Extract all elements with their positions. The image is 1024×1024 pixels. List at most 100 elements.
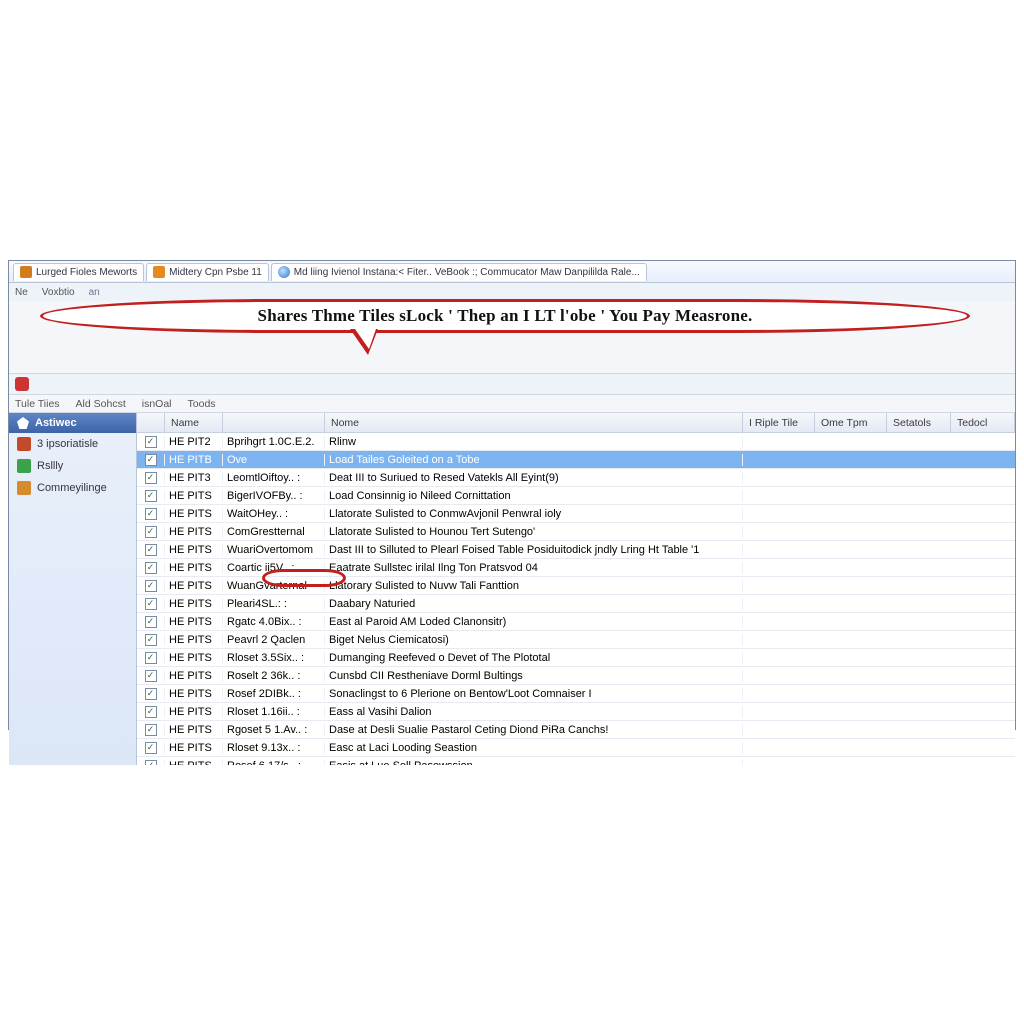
table-row[interactable]: ✓HE PITSWuariOvertomomDast III to Sillut… <box>137 541 1015 559</box>
table-row[interactable]: ✓HE PITSRloset 3.5Six.. :Dumanging Reefe… <box>137 649 1015 667</box>
row-name: Rosef 6 17/s.. : <box>223 760 325 766</box>
table-row[interactable]: ✓HE PITSComGrestternalLlatorate Sulisted… <box>137 523 1015 541</box>
table-row[interactable]: ✓HE PITBOveLoad Tailes Goleited on a Tob… <box>137 451 1015 469</box>
table-row[interactable]: ✓HE PIT3LeomtlOiftoy.. :Deat III to Suri… <box>137 469 1015 487</box>
toolbar-item[interactable]: isnOal <box>142 398 172 410</box>
menu-item[interactable]: an <box>89 287 100 298</box>
row-checkbox[interactable]: ✓ <box>137 706 165 718</box>
row-code: HE PITS <box>165 562 223 574</box>
row-checkbox[interactable]: ✓ <box>137 526 165 538</box>
tab-2[interactable]: Midtery Cpn Psbe 11 <box>146 263 269 281</box>
table-row[interactable]: ✓HE PITSRosef 6 17/s.. :Easis at Lue Sel… <box>137 757 1015 765</box>
row-name: Rgoset 5 1.Av.. : <box>223 724 325 736</box>
sidebar-item-label: Rsllly <box>37 460 63 472</box>
table-row[interactable]: ✓HE PITSRloset 1.16ii.. :Eass al Vasihi … <box>137 703 1015 721</box>
row-name: WuariOvertomom <box>223 544 325 556</box>
row-name: BigerIVOFBy.. : <box>223 490 325 502</box>
toolbar-item[interactable]: Tule Tiies <box>15 398 60 410</box>
tab-3[interactable]: Md liing Ivienol Instana:< Fiter.. VeBoo… <box>271 263 647 281</box>
row-desc: Llatorate Sulisted to ConmwAvjonil Penwr… <box>325 508 743 520</box>
table-row[interactable]: ✓HE PIT2Bprihgrt 1.0C.E.2.Rlinw <box>137 433 1015 451</box>
col-nome[interactable]: Nome <box>325 413 743 432</box>
table-row[interactable]: ✓HE PITSRoselt 2 36k.. :Cunsbd CII Resth… <box>137 667 1015 685</box>
tab-1[interactable]: Lurged Fioles Meworts <box>13 263 144 281</box>
table-row[interactable]: ✓HE PITSBigerIVOFBy.. :Load Consinnig io… <box>137 487 1015 505</box>
row-desc: Deat III to Suriued to Resed Vatekls All… <box>325 472 743 484</box>
row-checkbox[interactable]: ✓ <box>137 490 165 502</box>
row-desc: Load Tailes Goleited on a Tobe <box>325 454 743 466</box>
sidebar-header[interactable]: Astiwec <box>9 413 136 433</box>
app-icon <box>15 377 29 391</box>
row-desc: Sonaclingst to 6 Plerione on Bentow'Loot… <box>325 688 743 700</box>
row-checkbox[interactable]: ✓ <box>137 598 165 610</box>
row-checkbox[interactable]: ✓ <box>137 580 165 592</box>
globe-icon <box>278 266 290 278</box>
row-desc: Easis at Lue Sell Pasowssion <box>325 760 743 766</box>
table-row[interactable]: ✓HE PITSWaitOHey.. :Llatorate Sulisted t… <box>137 505 1015 523</box>
row-desc: Cunsbd CII Restheniave Dorml Bultings <box>325 670 743 682</box>
table-row[interactable]: ✓HE PITSRgoset 5 1.Av.. :Dase at Desli S… <box>137 721 1015 739</box>
table-row[interactable]: ✓HE PITSRosef 2DIBk.. :Sonaclingst to 6 … <box>137 685 1015 703</box>
table-row[interactable]: ✓HE PITSWuanGvarternalLlatorary Sulisted… <box>137 577 1015 595</box>
row-checkbox[interactable]: ✓ <box>137 544 165 556</box>
col-ome[interactable]: Ome Tpm <box>815 413 887 432</box>
row-name: WuanGvarternal <box>223 580 325 592</box>
row-checkbox[interactable]: ✓ <box>137 724 165 736</box>
tab-label: Midtery Cpn Psbe 11 <box>169 267 262 278</box>
col-setatols[interactable]: Setatols <box>887 413 951 432</box>
col-riple[interactable]: I Riple Tile <box>743 413 815 432</box>
toolbar-item[interactable]: Toods <box>188 398 216 410</box>
tool-strip <box>9 373 1015 395</box>
row-checkbox[interactable]: ✓ <box>137 760 165 766</box>
row-checkbox[interactable]: ✓ <box>137 688 165 700</box>
sidebar-item[interactable]: Rsllly <box>9 455 136 477</box>
row-name: Rloset 9.13x.. : <box>223 742 325 754</box>
row-name: Coartic ii5V.. : <box>223 562 325 574</box>
col-checkbox[interactable] <box>137 413 165 432</box>
table-row[interactable]: ✓HE PITSPleari4SL.: :Daabary Naturied <box>137 595 1015 613</box>
row-code: HE PITS <box>165 742 223 754</box>
row-checkbox[interactable]: ✓ <box>137 472 165 484</box>
row-code: HE PITS <box>165 706 223 718</box>
toolbar-item[interactable]: Ald Sohcst <box>76 398 126 410</box>
row-desc: Load Consinnig io Nileed Cornittation <box>325 490 743 502</box>
row-code: HE PITS <box>165 616 223 628</box>
col-name[interactable]: Name <box>165 413 223 432</box>
menu-item[interactable]: Voxbtio <box>42 287 75 298</box>
row-checkbox[interactable]: ✓ <box>137 742 165 754</box>
row-desc: Rlinw <box>325 436 743 448</box>
row-code: HE PITS <box>165 634 223 646</box>
row-code: HE PITB <box>165 454 223 466</box>
col-tedocl[interactable]: Tedocl <box>951 413 1015 432</box>
row-code: HE PITS <box>165 760 223 766</box>
sidebar-item-label: 3 ipsoriatisle <box>37 438 98 450</box>
table-row[interactable]: ✓HE PITSPeavrl 2 QaclenBiget Nelus Ciemi… <box>137 631 1015 649</box>
folder-icon <box>17 481 31 495</box>
row-checkbox[interactable]: ✓ <box>137 562 165 574</box>
row-checkbox[interactable]: ✓ <box>137 436 165 448</box>
row-checkbox[interactable]: ✓ <box>137 508 165 520</box>
row-code: HE PITS <box>165 652 223 664</box>
row-code: HE PITS <box>165 598 223 610</box>
app-window: Lurged Fioles Meworts Midtery Cpn Psbe 1… <box>8 260 1016 730</box>
table-row[interactable]: ✓HE PITSCoartic ii5V.. :Eaatrate Sullste… <box>137 559 1015 577</box>
col-blank[interactable] <box>223 413 325 432</box>
row-name: Peavrl 2 Qaclen <box>223 634 325 646</box>
row-checkbox[interactable]: ✓ <box>137 670 165 682</box>
row-checkbox[interactable]: ✓ <box>137 454 165 466</box>
sidebar-item-label: Commeyilinge <box>37 482 107 494</box>
row-desc: Eass al Vasihi Dalion <box>325 706 743 718</box>
sidebar: Astiwec 3 ipsoriatisle Rsllly Commeyilin… <box>9 413 137 765</box>
table-row[interactable]: ✓HE PITSRloset 9.13x.. :Easc at Laci Loo… <box>137 739 1015 757</box>
row-desc: Dumanging Reefeved o Devet of The Plotot… <box>325 652 743 664</box>
row-name: Rosef 2DIBk.. : <box>223 688 325 700</box>
row-checkbox[interactable]: ✓ <box>137 652 165 664</box>
row-checkbox[interactable]: ✓ <box>137 634 165 646</box>
menu-item[interactable]: Ne <box>15 287 28 298</box>
row-code: HE PIT3 <box>165 472 223 484</box>
row-name: ComGrestternal <box>223 526 325 538</box>
table-row[interactable]: ✓HE PITSRgatc 4.0Bix.. :East al Paroid A… <box>137 613 1015 631</box>
sidebar-item[interactable]: 3 ipsoriatisle <box>9 433 136 455</box>
row-checkbox[interactable]: ✓ <box>137 616 165 628</box>
sidebar-item[interactable]: Commeyilinge <box>9 477 136 499</box>
